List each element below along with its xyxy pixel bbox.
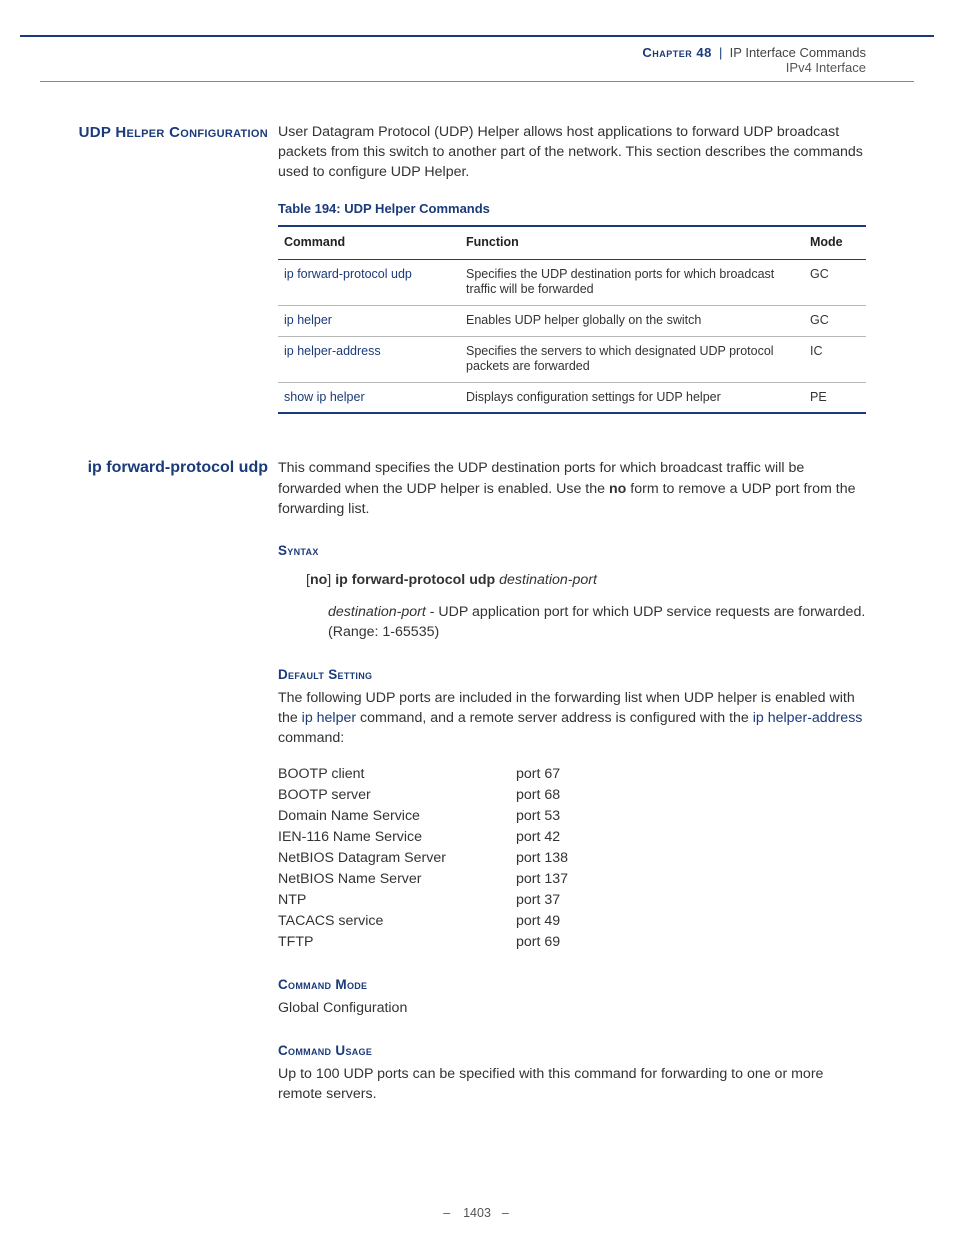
page-footer: – 1403 – (0, 1176, 954, 1250)
table-row: show ip helper Displays configuration se… (278, 382, 866, 413)
col-command: Command (278, 226, 460, 259)
syntax-cmd: ip forward-protocol udp (335, 572, 495, 588)
col-function: Function (460, 226, 804, 259)
param-name: destination-port (328, 604, 426, 620)
syntax-arg: destination-port (499, 572, 597, 588)
link-ip-helper-address[interactable]: ip helper-address (753, 710, 863, 726)
port-number: port 69 (516, 932, 568, 953)
cmd-mode: IC (804, 336, 866, 382)
port-name: BOOTP client (278, 764, 516, 785)
header-separator: | (719, 45, 722, 60)
port-number: port 53 (516, 806, 568, 827)
port-name: TACACS service (278, 911, 516, 932)
cmd-mode: GC (804, 305, 866, 336)
chapter-subtitle: IPv4 Interface (786, 60, 866, 75)
port-name: Domain Name Service (278, 806, 516, 827)
page-number: 1403 (463, 1206, 491, 1220)
port-number: port 37 (516, 890, 568, 911)
cmd-func: Specifies the UDP destination ports for … (460, 259, 804, 305)
chapter-title: IP Interface Commands (730, 45, 866, 60)
port-number: port 42 (516, 827, 568, 848)
syntax-line: no ip forward-protocol udp destination-p… (306, 570, 866, 590)
port-number: port 68 (516, 785, 568, 806)
table-caption: Table 194: UDP Helper Commands (278, 200, 866, 218)
section-ip-forward-protocol-udp: ip forward-protocol udp This command spe… (78, 458, 866, 1104)
table-row: ip helper Enables UDP helper globally on… (278, 305, 866, 336)
port-number: port 137 (516, 869, 568, 890)
port-name: NTP (278, 890, 516, 911)
chapter-label: Chapter 48 (642, 45, 711, 60)
command-usage-heading: Command Usage (278, 1041, 866, 1060)
cmd-mode: GC (804, 259, 866, 305)
default-text: The following UDP ports are included in … (278, 688, 866, 748)
default-ports-list: BOOTP client BOOTP server Domain Name Se… (278, 764, 866, 953)
cmd-link[interactable]: ip helper (278, 305, 460, 336)
cmd-link[interactable]: ip forward-protocol udp (278, 259, 460, 305)
cmd-link[interactable]: ip helper-address (278, 336, 460, 382)
command-desc-bold: no (609, 481, 626, 497)
port-name: TFTP (278, 932, 516, 953)
commands-table: Command Function Mode ip forward-protoco… (278, 225, 866, 415)
page-header: Chapter 48 | IP Interface Commands IPv4 … (0, 37, 954, 81)
col-mode: Mode (804, 226, 866, 259)
table-row: ip helper-address Specifies the servers … (278, 336, 866, 382)
command-title: ip forward-protocol udp (78, 458, 278, 1104)
port-number: port 67 (516, 764, 568, 785)
cmd-func: Displays configuration settings for UDP … (460, 382, 804, 413)
port-name: IEN-116 Name Service (278, 827, 516, 848)
cmd-func: Enables UDP helper globally on the switc… (460, 305, 804, 336)
cmd-func: Specifies the servers to which designate… (460, 336, 804, 382)
port-name: BOOTP server (278, 785, 516, 806)
port-name: NetBIOS Name Server (278, 869, 516, 890)
command-usage-text: Up to 100 UDP ports can be specified wit… (278, 1064, 866, 1104)
param-desc: destination-port - UDP application port … (328, 602, 866, 642)
syntax-no: no (306, 572, 331, 588)
section-udp-helper-config: UDP Helper Configuration User Datagram P… (78, 122, 866, 414)
section-title: UDP Helper Configuration (78, 122, 278, 414)
cmd-link[interactable]: show ip helper (278, 382, 460, 413)
port-name: NetBIOS Datagram Server (278, 848, 516, 869)
command-mode-heading: Command Mode (278, 975, 866, 994)
port-number: port 49 (516, 911, 568, 932)
link-ip-helper[interactable]: ip helper (302, 710, 356, 726)
syntax-heading: Syntax (278, 541, 866, 560)
table-row: ip forward-protocol udp Specifies the UD… (278, 259, 866, 305)
cmd-mode: PE (804, 382, 866, 413)
default-heading: Default Setting (278, 665, 866, 684)
command-mode-text: Global Configuration (278, 998, 866, 1018)
port-number: port 138 (516, 848, 568, 869)
section-intro: User Datagram Protocol (UDP) Helper allo… (278, 122, 866, 182)
